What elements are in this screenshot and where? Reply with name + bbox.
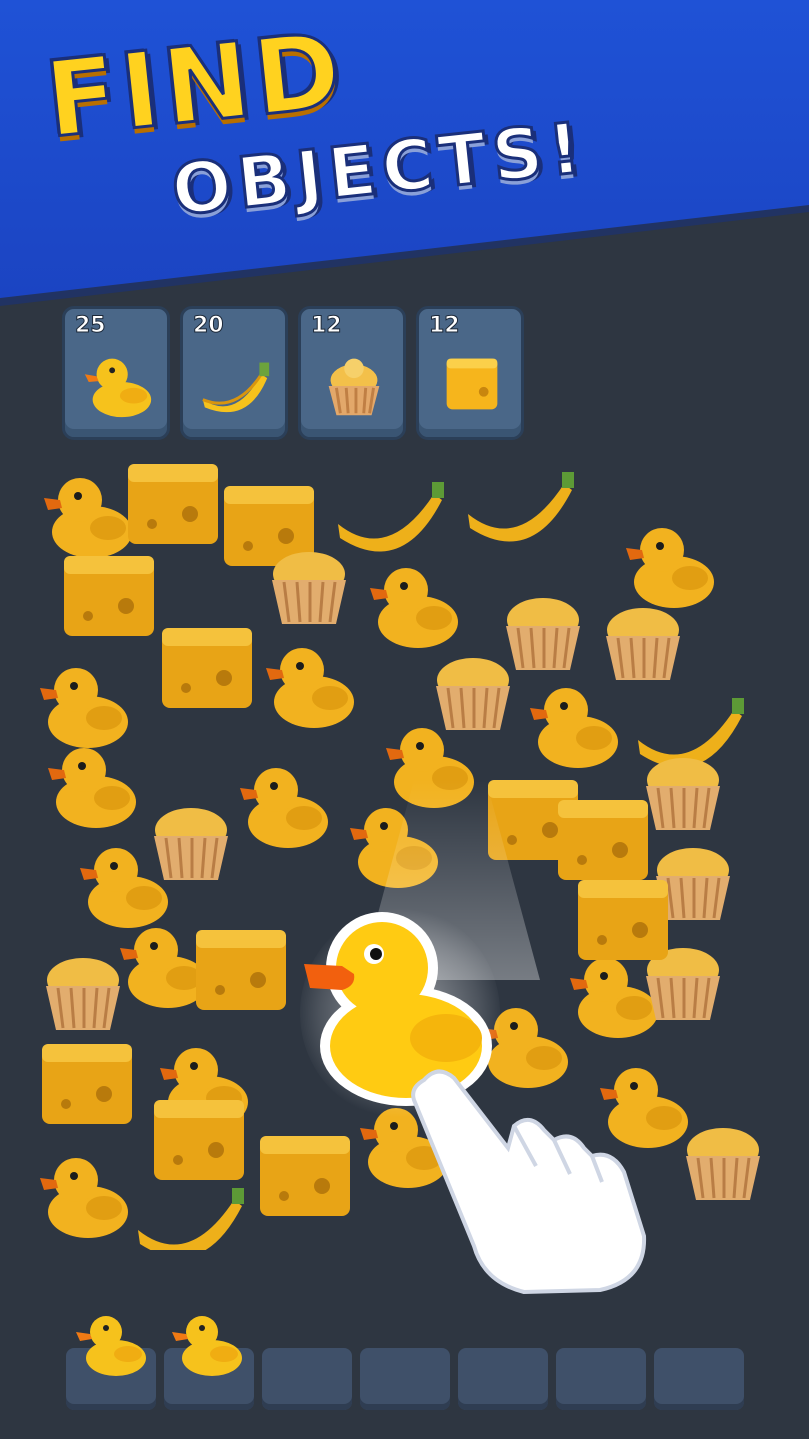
duck-icon [172, 1316, 242, 1376]
tray-slot[interactable] [458, 1348, 548, 1410]
goal-card-duck: 25 [62, 306, 170, 440]
cheese-icon [446, 358, 498, 410]
cupcake-icon [328, 358, 380, 416]
goal-card-banana: 20 [180, 306, 288, 440]
tray-slot[interactable] [360, 1348, 450, 1410]
duck-icon [84, 358, 152, 418]
tray-slot[interactable] [654, 1348, 744, 1410]
collection-tray [66, 1316, 746, 1412]
goal-count: 25 [75, 313, 107, 339]
duck-icon [76, 1316, 146, 1376]
goal-count: 12 [311, 313, 343, 339]
goal-panel: 25 20 12 12 [62, 306, 524, 442]
banana-icon [202, 362, 270, 413]
goal-count: 12 [429, 313, 461, 339]
pointer-hand-icon [411, 1069, 647, 1295]
goal-card-cupcake: 12 [298, 306, 406, 440]
tray-slot[interactable] [556, 1348, 646, 1410]
tray-slot[interactable] [262, 1348, 352, 1410]
goal-card-cheese: 12 [416, 306, 524, 440]
goal-count: 20 [193, 313, 225, 339]
